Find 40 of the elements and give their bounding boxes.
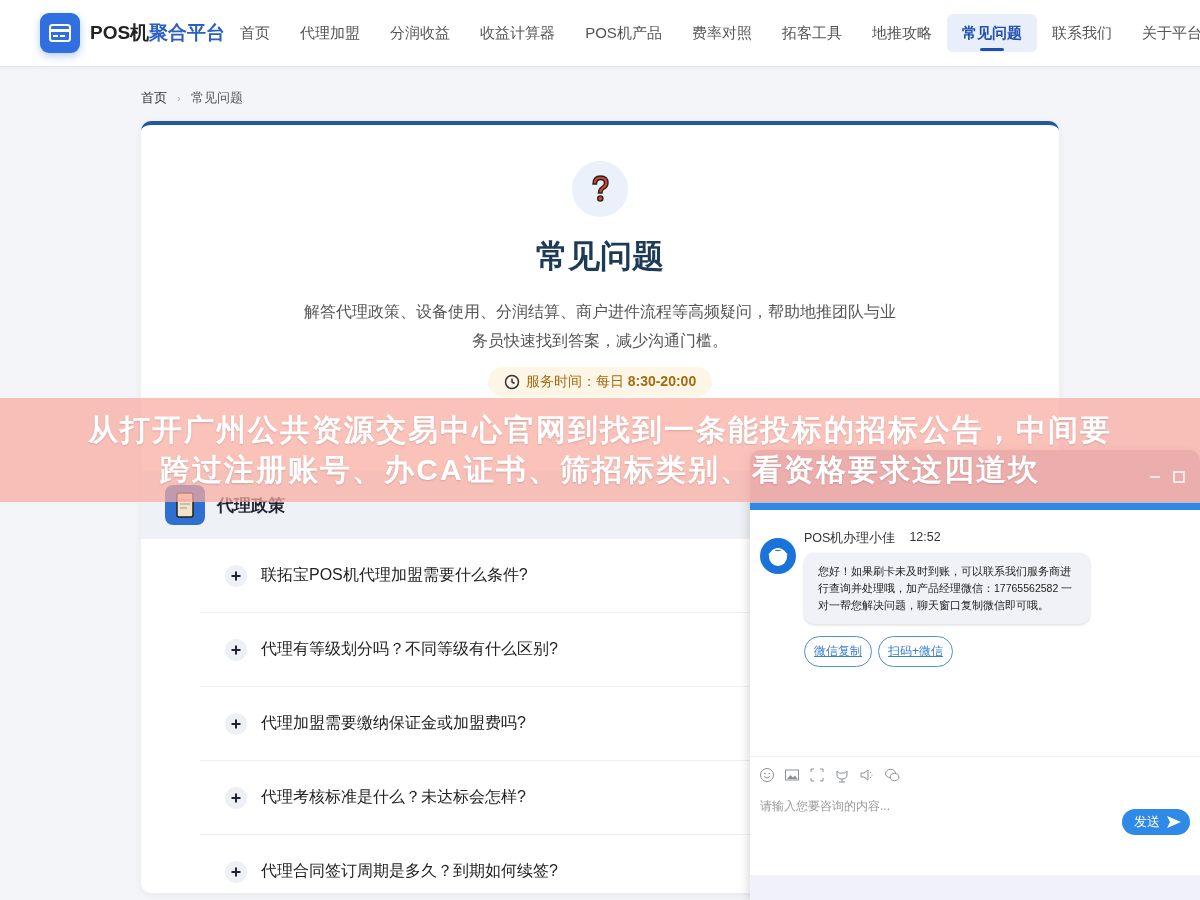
question-text: 代理加盟需要缴纳保证金或加盟费吗?	[261, 713, 526, 733]
agent-avatar-icon	[760, 538, 796, 574]
emoji-icon[interactable]	[759, 767, 775, 783]
nav-item[interactable]: POS机产品	[570, 14, 677, 52]
send-button[interactable]: 发送	[1122, 809, 1190, 835]
category-title: 代理政策	[217, 494, 285, 517]
speaker-icon[interactable]	[859, 767, 875, 783]
logo-icon	[40, 13, 80, 53]
nav-item[interactable]: 分润收益	[375, 14, 466, 52]
page-title: 常见问题	[536, 237, 664, 276]
chat-action-button[interactable]: 扫码+微信	[878, 636, 953, 667]
nav-item[interactable]: 费率对照	[676, 14, 767, 52]
breadcrumb-separator: ›	[177, 92, 181, 104]
nav-item[interactable]: 代理加盟	[285, 14, 376, 52]
nav-item[interactable]: 地推攻略	[856, 14, 947, 52]
service-hours: 服务时间：每日 8:30-20:00	[525, 373, 697, 391]
caption-text: 跨过注册账号、办CA证书、筛招标类别、看资格要求这四道坎	[160, 452, 1040, 488]
send-icon	[1166, 814, 1182, 830]
chat-message: 您好！如果刷卡未及时到账，可以联系我们服务商进行查询并处理哦，加产品经理微信：17765562582 一对一帮您解决问题，聊天窗口复制微信即可哦。	[804, 553, 1090, 624]
question-text: 代理合同签订周期是多久？到期如何续签?	[261, 861, 558, 881]
breadcrumb-current: 常见问题	[190, 89, 243, 107]
nav-item[interactable]: 常见问题	[946, 14, 1037, 52]
chat-action-button[interactable]: 微信复制	[804, 636, 872, 667]
question-text: 代理考核标准是什么？未达标会怎样?	[261, 787, 526, 807]
brand-name[interactable]: POS机聚合平台	[90, 20, 226, 46]
clock-icon	[503, 374, 520, 390]
screenshot-icon[interactable]	[809, 767, 825, 783]
nav-item[interactable]: 收益计算器	[465, 14, 571, 52]
nav-item[interactable]: 关于平台	[1126, 14, 1200, 52]
nav-item[interactable]: 拓客工具	[766, 14, 857, 52]
caption-text: 从打开广州公共资源交易中心官网到找到一条能投标的招标公告，中间要	[88, 412, 1112, 448]
nav-item[interactable]: 联系我们	[1036, 14, 1127, 52]
question-text: 代理有等级划分吗？不同等级有什么区别?	[261, 639, 558, 659]
question-text: 联拓宝POS机代理加盟需要什么条件?	[261, 565, 528, 585]
nav-item[interactable]: 首页	[225, 14, 286, 52]
image-icon[interactable]	[784, 767, 800, 783]
page-description: 解答代理政策、设备使用、分润结算、商户进件流程等高频疑问，帮助地推团队与业务员快速找到答案，减少沟通门槛。	[303, 302, 897, 351]
wechat-icon[interactable]	[884, 767, 900, 783]
maximize-icon[interactable]	[1172, 469, 1186, 484]
breadcrumb-link[interactable]: 首页	[141, 89, 167, 107]
